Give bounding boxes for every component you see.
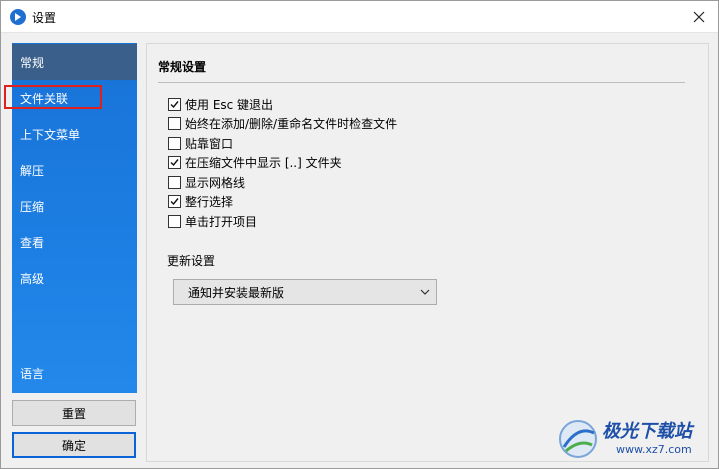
settings-window: 设置 常规 文件关联 上下文菜单 解压 压缩 查看 高级 语言 重置 确定 常规… bbox=[0, 0, 719, 469]
app-logo-icon bbox=[10, 9, 26, 25]
checkbox[interactable] bbox=[168, 155, 181, 169]
option-full-row-select[interactable]: 整行选择 bbox=[168, 192, 233, 210]
checkbox[interactable] bbox=[168, 136, 181, 150]
title-bar: 设置 bbox=[1, 1, 718, 33]
section-title: 常规设置 bbox=[158, 60, 207, 74]
checkbox[interactable] bbox=[168, 116, 181, 130]
checkbox[interactable] bbox=[168, 214, 181, 228]
option-label: 始终在添加/删除/重命名文件时检查文件 bbox=[185, 116, 398, 131]
option-esc-exit[interactable]: 使用 Esc 键退出 bbox=[168, 95, 273, 113]
option-single-click-open[interactable]: 单击打开项目 bbox=[168, 212, 257, 230]
watermark-url: www.xz7.com bbox=[616, 443, 692, 456]
window-title: 设置 bbox=[32, 11, 57, 25]
watermark-text: 极光下载站 bbox=[602, 421, 692, 442]
close-icon bbox=[693, 11, 705, 23]
watermark-logo-icon bbox=[559, 420, 597, 458]
option-label: 使用 Esc 键退出 bbox=[185, 97, 274, 112]
update-mode-value: 通知并安装最新版 bbox=[188, 285, 285, 300]
general-settings-panel: 常规设置 使用 Esc 键退出 始终在添加/删除/重命名文件时检查文件 贴靠窗口… bbox=[146, 43, 709, 462]
ok-button[interactable]: 确定 bbox=[12, 432, 136, 458]
sidebar-item-compress[interactable]: 压缩 bbox=[12, 188, 137, 224]
update-mode-select[interactable]: 通知并安装最新版 bbox=[173, 279, 437, 305]
reset-button[interactable]: 重置 bbox=[12, 400, 136, 426]
watermark: 极光下载站 www.xz7.com bbox=[556, 415, 716, 465]
sidebar-item-general[interactable]: 常规 bbox=[12, 44, 137, 80]
option-show-gridlines[interactable]: 显示网格线 bbox=[168, 173, 245, 191]
section-divider bbox=[158, 82, 685, 83]
option-show-parent-folder[interactable]: 在压缩文件中显示 [..] 文件夹 bbox=[168, 153, 342, 171]
option-label: 整行选择 bbox=[185, 194, 234, 209]
close-button[interactable] bbox=[686, 4, 712, 30]
sidebar-item-language[interactable]: 语言 bbox=[12, 355, 137, 391]
option-snap-window[interactable]: 贴靠窗口 bbox=[168, 134, 233, 152]
sidebar-item-context-menu[interactable]: 上下文菜单 bbox=[12, 116, 137, 152]
sidebar-item-extract[interactable]: 解压 bbox=[12, 152, 137, 188]
settings-sidebar: 常规 文件关联 上下文菜单 解压 压缩 查看 高级 语言 bbox=[12, 43, 137, 393]
option-check-files[interactable]: 始终在添加/删除/重命名文件时检查文件 bbox=[168, 114, 397, 132]
checkbox[interactable] bbox=[168, 194, 181, 208]
checkbox[interactable] bbox=[168, 97, 181, 111]
sidebar-item-view[interactable]: 查看 bbox=[12, 224, 137, 260]
checkbox[interactable] bbox=[168, 175, 181, 189]
option-label: 单击打开项目 bbox=[185, 214, 258, 229]
update-settings-label: 更新设置 bbox=[167, 254, 216, 268]
option-label: 在压缩文件中显示 [..] 文件夹 bbox=[185, 155, 342, 170]
sidebar-item-file-association[interactable]: 文件关联 bbox=[12, 80, 137, 116]
sidebar-item-advanced[interactable]: 高级 bbox=[12, 260, 137, 296]
chevron-down-icon bbox=[420, 289, 430, 295]
option-label: 显示网格线 bbox=[185, 175, 246, 190]
option-label: 贴靠窗口 bbox=[185, 136, 234, 151]
